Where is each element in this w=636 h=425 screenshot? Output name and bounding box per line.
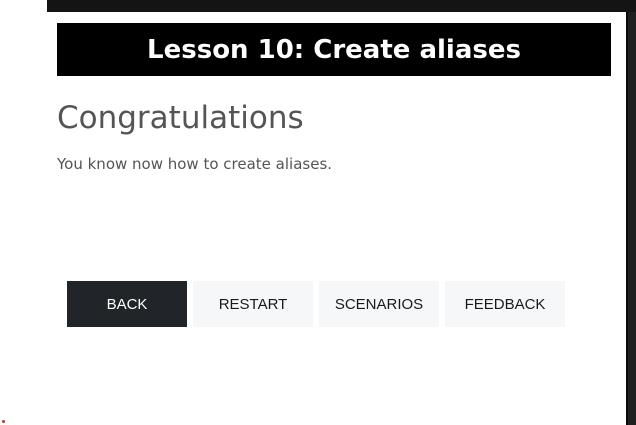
congratulations-heading: Congratulations	[57, 100, 304, 136]
restart-button[interactable]: RESTART	[193, 281, 313, 327]
terminal-panel	[626, 12, 636, 425]
lesson-title: Lesson 10: Create aliases	[147, 34, 521, 65]
feedback-button[interactable]: FEEDBACK	[445, 281, 565, 327]
indicator-dot	[2, 420, 5, 423]
lesson-title-bar: Lesson 10: Create aliases	[57, 23, 611, 76]
panel-divider[interactable]	[626, 12, 628, 425]
completion-message: You know now how to create aliases.	[57, 155, 333, 173]
action-buttons: BACK RESTART SCENARIOS FEEDBACK	[67, 281, 565, 327]
scenarios-button[interactable]: SCENARIOS	[319, 281, 439, 327]
top-bar	[47, 0, 636, 12]
back-button[interactable]: BACK	[67, 281, 187, 327]
